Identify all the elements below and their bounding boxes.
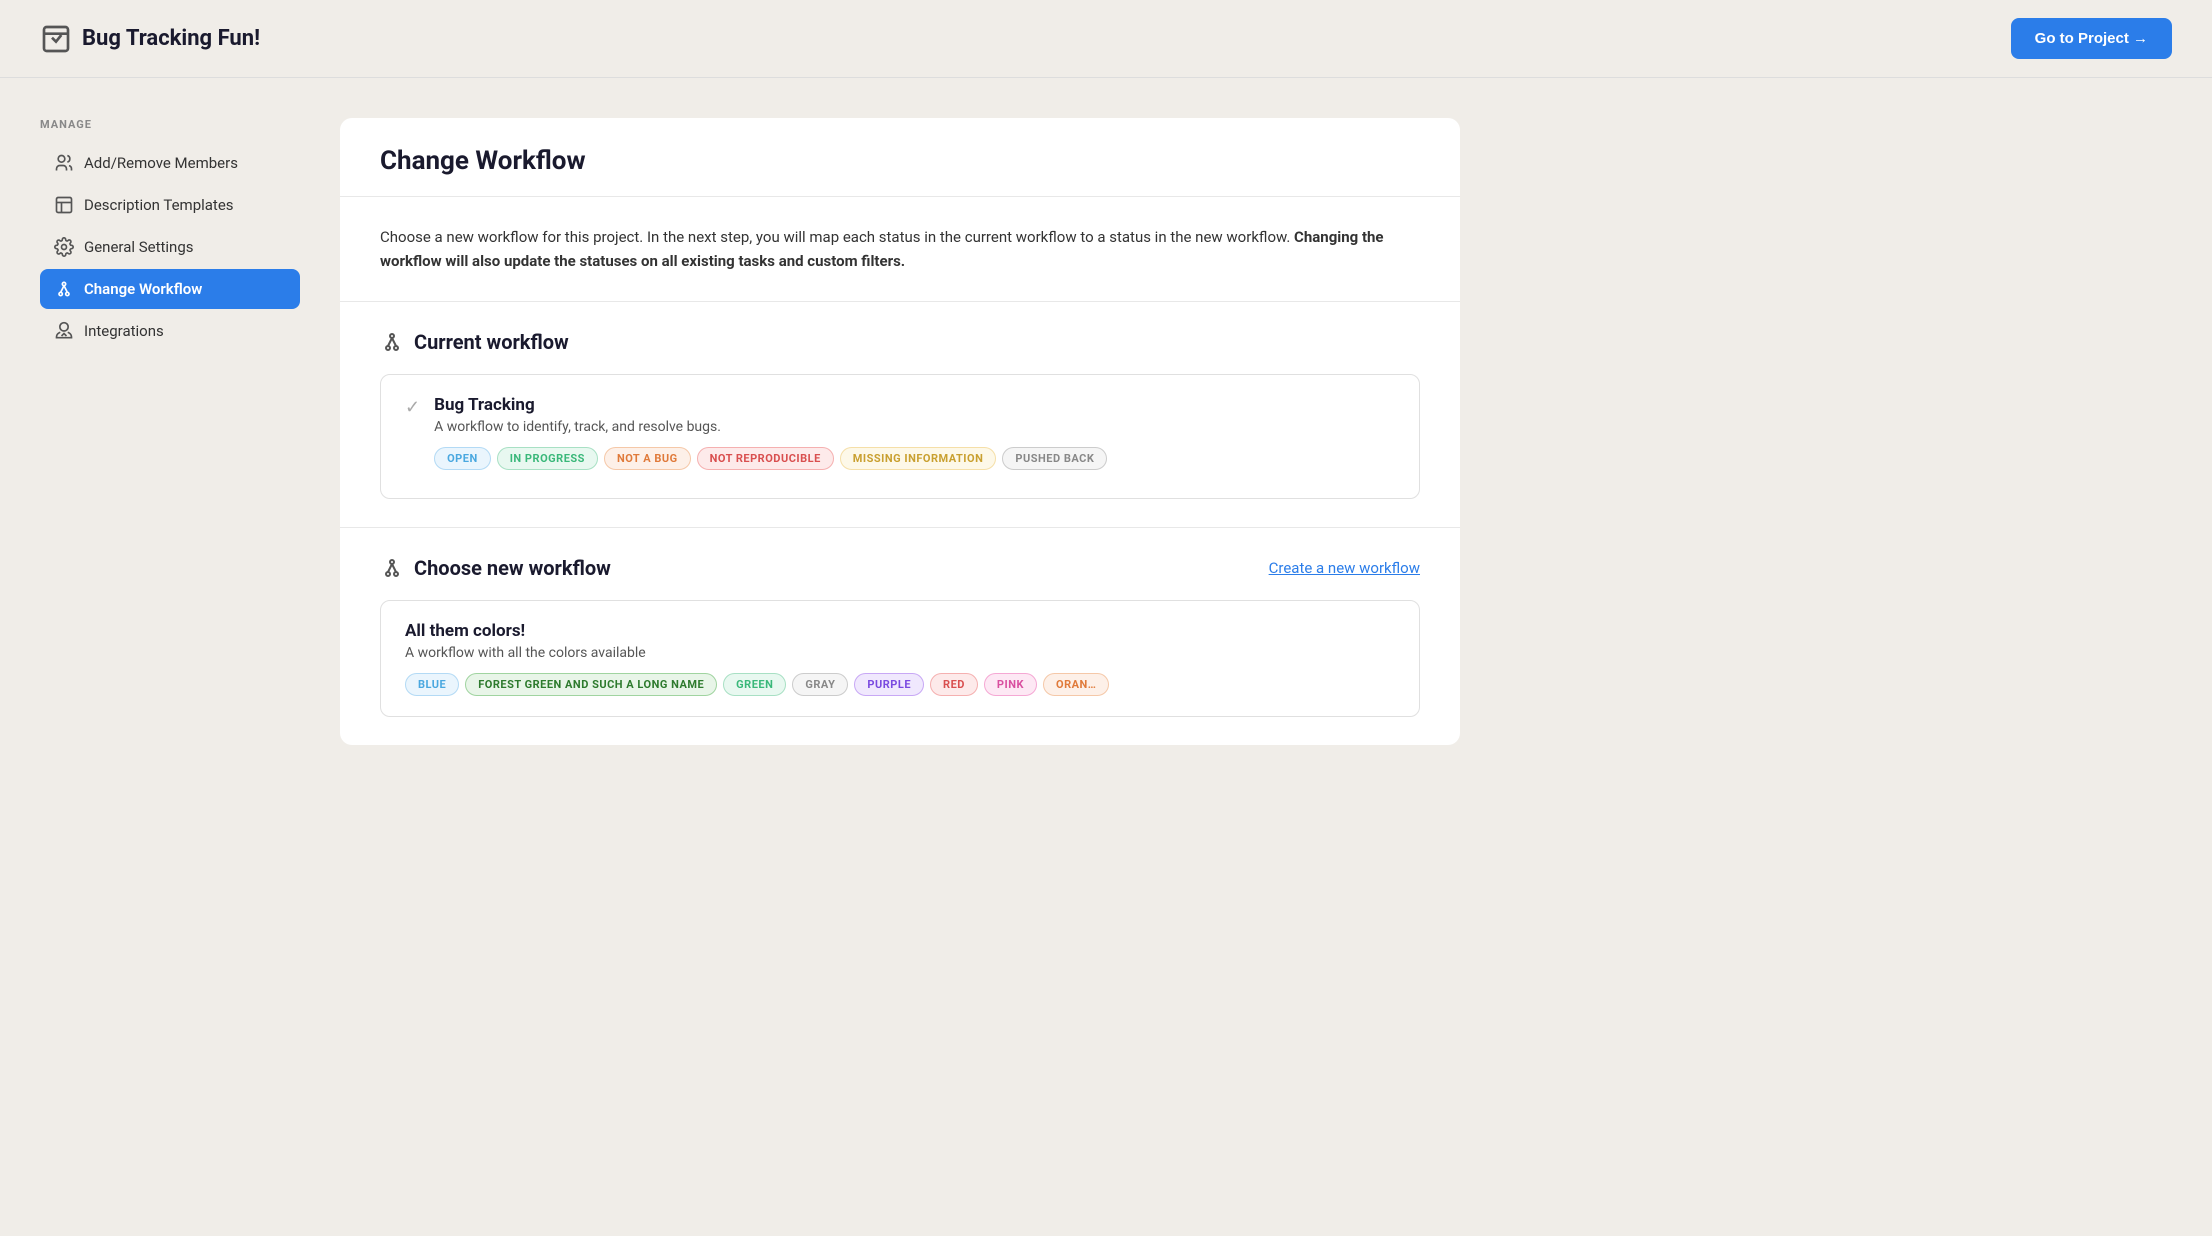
sidebar: MANAGE Add/Remove Members Description Te… [40,118,300,745]
sidebar-item-add-remove-members[interactable]: Add/Remove Members [40,143,300,183]
tag-not-a-bug: NOT A BUG [604,447,691,470]
people-icon [54,153,74,173]
create-new-workflow-link[interactable]: Create a new workflow [1269,559,1420,577]
template-icon [54,195,74,215]
tag-green: GREEN [723,673,786,696]
sidebar-item-integrations[interactable]: Integrations [40,311,300,351]
check-icon: ✓ [405,397,420,418]
main-content: Change Workflow Choose a new workflow fo… [340,118,1460,745]
choose-workflow-title-group: Choose new workflow [380,556,611,580]
sidebar-item-change-workflow[interactable]: Change Workflow [40,269,300,309]
choose-workflow-title-row: Choose new workflow Create a new workflo… [380,556,1420,580]
tag-red: RED [930,673,978,696]
tag-purple: PURPLE [854,673,924,696]
current-workflow-card-header: ✓ Bug Tracking A workflow to identify, t… [405,395,1395,470]
current-workflow-card: ✓ Bug Tracking A workflow to identify, t… [380,374,1420,499]
description-section: Choose a new workflow for this project. … [340,197,1460,302]
current-workflow-card-body: Bug Tracking A workflow to identify, tra… [434,395,1107,470]
current-workflow-desc: A workflow to identify, track, and resol… [434,419,1107,435]
choose-workflow-card-body: All them colors! A workflow with all the… [405,621,1395,696]
tag-pushed-back: PUSHED BACK [1002,447,1107,470]
choose-workflow-tags: BLUE FOREST GREEN AND SUCH A LONG NAME G… [405,673,1395,696]
current-workflow-title: Current workflow [414,330,569,354]
choose-workflow-title: Choose new workflow [414,556,611,580]
sidebar-item-general-settings[interactable]: General Settings [40,227,300,267]
header-left: Bug Tracking Fun! [40,23,260,55]
page-header: Change Workflow [340,118,1460,197]
sidebar-section-label: MANAGE [40,118,300,131]
current-workflow-tags: OPEN IN PROGRESS NOT A BUG NOT REPRODUCI… [434,447,1107,470]
tag-open: OPEN [434,447,491,470]
checklist-icon [40,23,72,55]
sidebar-label-description-templates: Description Templates [84,196,234,214]
header: Bug Tracking Fun! Go to Project → [0,0,2212,78]
tag-forest-green: FOREST GREEN AND SUCH A LONG NAME [465,673,717,696]
sidebar-label-integrations: Integrations [84,322,164,340]
choose-workflow-icon [380,556,404,580]
tag-not-reproducible: NOT REPRODUCIBLE [697,447,834,470]
gear-icon [54,237,74,257]
sidebar-label-change-workflow: Change Workflow [84,280,202,298]
workflow-icon [54,279,74,299]
tag-orange: ORAN… [1043,673,1109,696]
tag-blue: BLUE [405,673,459,696]
sidebar-label-general-settings: General Settings [84,238,194,256]
current-workflow-title-row: Current workflow [380,330,1420,354]
current-workflow-name: Bug Tracking [434,395,1107,415]
choose-workflow-desc: A workflow with all the colors available [405,645,1395,661]
tag-gray: GRAY [792,673,848,696]
app-title: Bug Tracking Fun! [82,26,260,51]
choose-workflow-card[interactable]: All them colors! A workflow with all the… [380,600,1420,717]
sidebar-label-add-remove-members: Add/Remove Members [84,154,238,172]
tag-pink: PINK [984,673,1037,696]
description-normal: Choose a new workflow for this project. … [380,228,1290,246]
page-title: Change Workflow [380,146,1420,176]
integrations-icon [54,321,74,341]
main-layout: MANAGE Add/Remove Members Description Te… [0,78,1500,785]
choose-workflow-section: Choose new workflow Create a new workflo… [340,527,1460,745]
current-workflow-icon [380,330,404,354]
current-workflow-section: Current workflow ✓ Bug Tracking A workfl… [340,302,1460,527]
choose-workflow-name: All them colors! [405,621,1395,641]
tag-missing-information: MISSING INFORMATION [840,447,997,470]
description-text: Choose a new workflow for this project. … [380,225,1420,273]
sidebar-item-description-templates[interactable]: Description Templates [40,185,300,225]
tag-in-progress: IN PROGRESS [497,447,598,470]
go-to-project-button[interactable]: Go to Project → [2011,18,2172,59]
